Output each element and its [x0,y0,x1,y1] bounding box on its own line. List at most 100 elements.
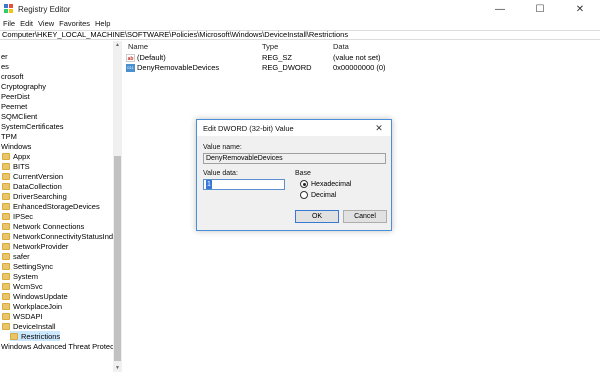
tree-item[interactable]: DriverSearching [2,191,67,201]
folder-icon [2,262,10,270]
tree-item-label: Appx [13,151,31,161]
tree-item[interactable]: WorkplaceJoin [2,301,62,311]
tree-item-label: EnhancedStorageDevices [13,201,100,211]
value-data-field[interactable]: 1 [203,179,285,190]
scroll-thumb[interactable] [114,156,121,361]
tree-item-label: CurrentVersion [13,171,64,181]
column-data[interactable]: Data [333,42,349,51]
tree-item-label: Windows Advanced Threat Protectio [1,341,122,351]
tree-item[interactable]: WcmSvc [2,281,43,291]
registry-editor-icon [4,4,14,14]
value-data: (value not set) [333,53,381,62]
folder-icon [2,192,10,200]
tree-item[interactable]: SQMClient [1,111,37,121]
value-data-text: 1 [206,180,212,189]
tree-item[interactable]: IPSec [2,211,33,221]
tree-item-label: safer [13,251,30,261]
radio-unselected-icon [300,191,308,199]
window-title: Registry Editor [18,4,71,14]
tree-item-label: Windows [1,141,32,151]
cancel-button[interactable]: Cancel [343,210,387,223]
tree-item[interactable]: NetworkProvider [2,241,68,251]
tree-item[interactable]: Cryptography [1,81,46,91]
ok-button[interactable]: OK [295,210,339,223]
tree-item[interactable]: CurrentVersion [2,171,63,181]
key-tree: er es crosoft Cryptography PeerDist Peernet SQ… [0,41,122,372]
scroll-up-arrow-icon[interactable]: ▲ [113,41,122,49]
value-name-field[interactable]: DenyRemovableDevices [203,153,386,164]
tree-item-label: PeerDist [1,91,30,101]
tree-item[interactable]: Windows [1,141,31,151]
value-row[interactable]: 011 DenyRemovableDevices REG_DWORD 0x000… [123,63,600,73]
radio-hexadecimal[interactable]: Hexadecimal [300,180,351,188]
tree-item[interactable]: BITS [2,161,30,171]
tree-item[interactable]: safer [2,251,30,261]
tree-scrollbar[interactable]: ▲ ▼ [113,41,122,372]
folder-icon [2,282,10,290]
scroll-down-arrow-icon[interactable]: ▼ [113,364,122,372]
close-button[interactable]: ✕ [560,0,600,18]
tree-item-label: SystemCertificates [1,121,64,131]
value-data-label: Value data: [203,170,238,177]
folder-icon [2,272,10,280]
tree-item-label: DataCollection [13,181,62,191]
tree-item[interactable]: NetworkConnectivityStatusIndic [2,231,118,241]
column-name[interactable]: Name [128,42,148,51]
tree-item[interactable]: DeviceInstall [2,321,56,331]
value-name-label: Value name: [203,144,242,151]
tree-item[interactable]: Appx [2,151,30,161]
tree-item-label: WcmSvc [13,281,43,291]
tree-item[interactable]: Network Connections [2,221,84,231]
maximize-button[interactable]: ☐ [520,0,560,18]
menu-view[interactable]: View [36,19,56,28]
tree-item-label: DeviceInstall [13,321,56,331]
tree-item-label: BITS [13,161,30,171]
tree-item[interactable]: SystemCertificates [1,121,64,131]
value-name: (Default) [137,53,166,62]
radio-decimal[interactable]: Decimal [300,191,336,199]
folder-icon [2,312,10,320]
menu-favorites[interactable]: Favorites [57,19,92,28]
tree-item[interactable]: SettingSync [2,261,53,271]
tree-item-label: NetworkConnectivityStatusIndic [13,231,119,241]
tree-item-label: Peernet [1,101,28,111]
tree-item-label: NetworkProvider [13,241,69,251]
value-row[interactable]: ab (Default) REG_SZ (value not set) [123,53,600,63]
menu-edit[interactable]: Edit [18,19,35,28]
tree-item[interactable]: System [2,271,38,281]
tree-item[interactable]: er [1,51,8,61]
tree-item-label: crosoft [1,71,24,81]
dialog-close-button[interactable]: ✕ [367,120,391,136]
tree-item[interactable]: WSDAPI [2,311,43,321]
edit-dword-dialog: Edit DWORD (32-bit) Value ✕ Value name: … [196,119,392,231]
menu-help[interactable]: Help [93,19,112,28]
tree-item[interactable]: Windows Advanced Threat Protectio [1,341,122,351]
tree-item[interactable]: EnhancedStorageDevices [2,201,100,211]
column-type[interactable]: Type [262,42,278,51]
tree-item[interactable]: DataCollection [2,181,62,191]
folder-icon [2,252,10,260]
radio-hexadecimal-label: Hexadecimal [311,180,352,188]
value-type: REG_SZ [262,53,293,62]
tree-item[interactable]: PeerDist [1,91,30,101]
address-bar[interactable]: Computer\HKEY_LOCAL_MACHINE\SOFTWARE\Pol… [0,30,600,40]
tree-item[interactable]: Restrictions [10,331,61,341]
string-value-icon: ab [126,54,135,62]
tree-item-label: er [1,51,8,61]
tree-item[interactable]: WindowsUpdate [2,291,68,301]
tree-item-label: IPSec [13,211,34,221]
tree-item[interactable]: es [1,61,9,71]
tree-item-label: WSDAPI [13,311,43,321]
folder-icon [2,322,10,330]
folder-icon [2,152,10,160]
minimize-button[interactable]: — [480,0,520,18]
tree-item-label: SQMClient [1,111,38,121]
folder-icon [2,162,10,170]
menu-file[interactable]: File [1,19,17,28]
tree-item[interactable]: Peernet [1,101,27,111]
tree-item[interactable]: TPM [1,131,17,141]
folder-icon [2,232,10,240]
tree-item[interactable]: crosoft [1,71,24,81]
base-label: Base [295,170,311,177]
tree-item-label: Network Connections [13,221,85,231]
